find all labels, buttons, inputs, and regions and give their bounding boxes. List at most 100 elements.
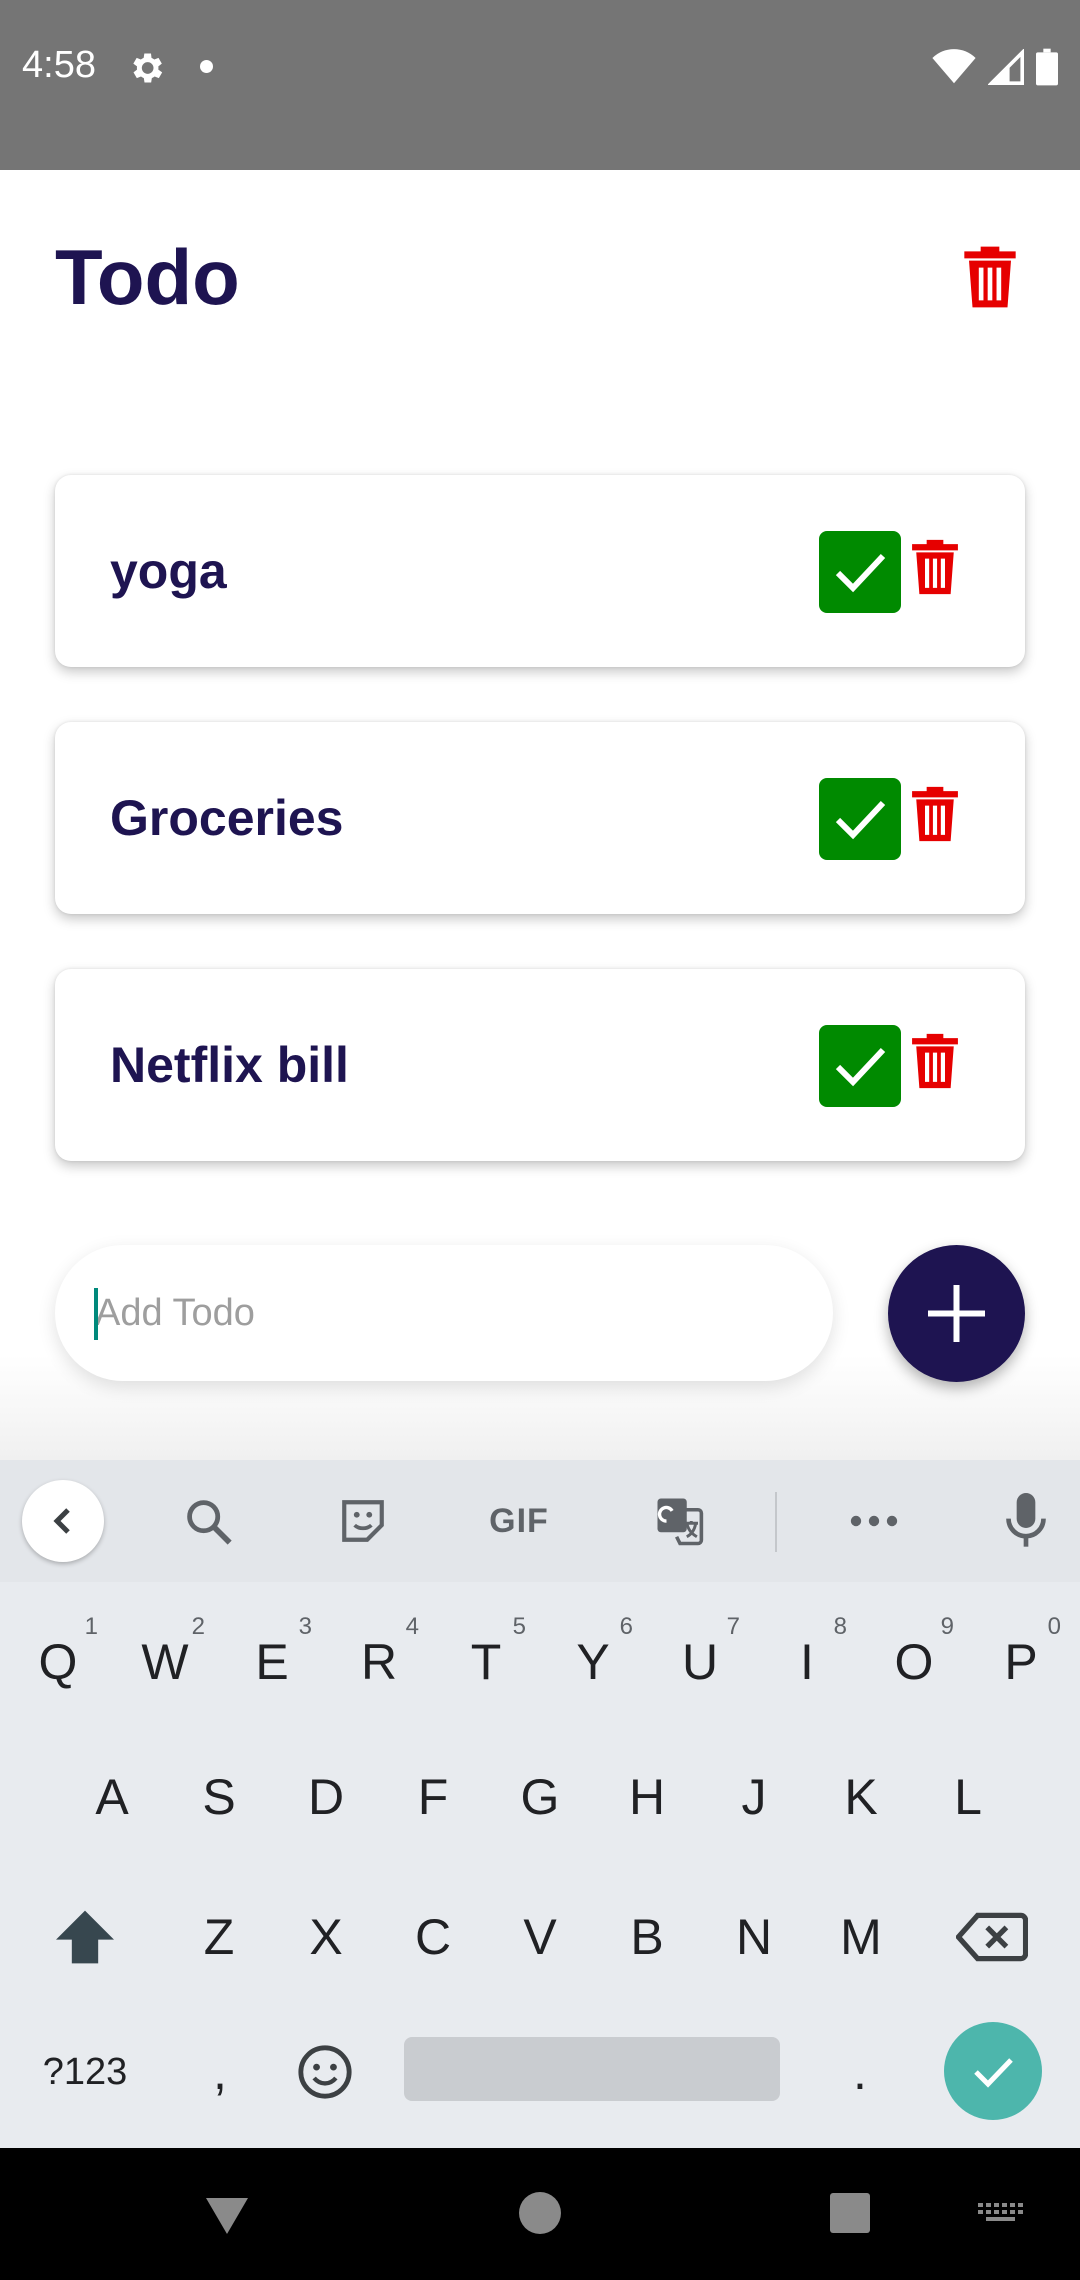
key-t[interactable]: T5 — [436, 1607, 536, 1717]
todo-text: Netflix bill — [110, 1037, 349, 1093]
text-caret — [94, 1288, 98, 1340]
emoji-key[interactable] — [275, 2017, 375, 2127]
key-q[interactable]: Q1 — [8, 1607, 108, 1717]
delete-trash-icon[interactable] — [910, 784, 960, 844]
more-icon[interactable] — [844, 1491, 904, 1551]
backspace-key[interactable] — [942, 1882, 1042, 1992]
signal-icon — [988, 49, 1024, 85]
key-u[interactable]: U7 — [650, 1607, 750, 1717]
key-y[interactable]: Y6 — [543, 1607, 643, 1717]
check-icon — [835, 800, 886, 840]
shift-icon — [56, 1910, 114, 1964]
delete-all-trash-icon[interactable] — [962, 246, 1018, 308]
complete-check-button[interactable] — [819, 778, 901, 860]
key-label: E — [255, 1634, 289, 1690]
status-bar: 4:58 — [0, 0, 1080, 170]
key-label: T — [470, 1634, 502, 1690]
key-hint: 7 — [726, 1613, 740, 1640]
add-todo-button[interactable] — [888, 1245, 1025, 1382]
plus-icon — [928, 1285, 985, 1342]
key-f[interactable]: F — [383, 1742, 483, 1852]
navigation-bar — [0, 2148, 1080, 2280]
enter-key[interactable] — [944, 2022, 1042, 2120]
key-hint: 0 — [1047, 1613, 1061, 1640]
check-icon — [835, 1047, 886, 1087]
key-label: L — [954, 1769, 982, 1825]
delete-trash-icon[interactable] — [910, 537, 960, 597]
backspace-icon — [956, 1912, 1028, 1962]
key-w[interactable]: W2 — [115, 1607, 215, 1717]
key-label: O — [894, 1634, 934, 1690]
add-todo-input[interactable] — [55, 1245, 833, 1381]
gif-label: GIF — [489, 1501, 549, 1540]
todo-app: Todo yoga Groceries Netflix bill Add Tod… — [0, 170, 1080, 1460]
keyboard-back-button[interactable] — [22, 1480, 104, 1562]
key-v[interactable]: V — [490, 1882, 590, 1992]
key-r[interactable]: R4 — [329, 1607, 429, 1717]
key-label: G — [520, 1769, 560, 1825]
keyboard-toolbar: GIF — [0, 1460, 1080, 1582]
check-icon — [835, 553, 886, 593]
key-label: F — [417, 1769, 449, 1825]
key-label: S — [202, 1769, 236, 1825]
translate-icon[interactable] — [650, 1491, 710, 1551]
page-title: Todo — [55, 233, 240, 321]
key-a[interactable]: A — [62, 1742, 162, 1852]
key-label: C — [414, 1909, 452, 1965]
keyboard-switch-icon[interactable] — [972, 2178, 1032, 2248]
key-b[interactable]: B — [597, 1882, 697, 1992]
key-g[interactable]: G — [490, 1742, 590, 1852]
key-label: N — [735, 1909, 773, 1965]
key-n[interactable]: N — [704, 1882, 804, 1992]
key-hint: 3 — [298, 1613, 312, 1640]
search-icon[interactable] — [178, 1491, 238, 1551]
key-label: Z — [203, 1909, 235, 1965]
key-label: M — [840, 1909, 882, 1965]
key-l[interactable]: L — [918, 1742, 1018, 1852]
gif-button[interactable]: GIF — [483, 1491, 555, 1551]
shift-key[interactable] — [35, 1882, 135, 1992]
period-key[interactable]: . — [810, 2017, 910, 2127]
back-nav-icon[interactable] — [192, 2178, 262, 2248]
key-label: . — [853, 2044, 867, 2100]
key-label: I — [800, 1634, 814, 1690]
wifi-icon — [932, 49, 976, 84]
key-label: V — [523, 1909, 557, 1965]
key-j[interactable]: J — [704, 1742, 804, 1852]
key-m[interactable]: M — [811, 1882, 911, 1992]
key-d[interactable]: D — [276, 1742, 376, 1852]
key-hint: 9 — [940, 1613, 954, 1640]
space-key[interactable] — [404, 2037, 780, 2101]
key-h[interactable]: H — [597, 1742, 697, 1852]
delete-trash-icon[interactable] — [910, 1031, 960, 1091]
key-label: Q — [38, 1634, 78, 1690]
complete-check-button[interactable] — [819, 531, 901, 613]
key-label: Y — [576, 1634, 610, 1690]
key-z[interactable]: Z — [169, 1882, 269, 1992]
mic-icon[interactable] — [996, 1491, 1056, 1551]
todo-list: yoga Groceries Netflix bill — [55, 475, 1025, 1216]
sticker-icon[interactable] — [333, 1491, 393, 1551]
soft-keyboard: GIF Q1 W2 E3 R4 T5 Y6 U7 I8 O9 P0 A S D … — [0, 1460, 1080, 2148]
key-i[interactable]: I8 — [757, 1607, 857, 1717]
key-p[interactable]: P0 — [971, 1607, 1071, 1717]
key-hint: 8 — [833, 1613, 847, 1640]
symbols-key[interactable]: ?123 — [20, 2017, 150, 2127]
gear-icon — [133, 53, 163, 83]
key-label: , — [213, 2044, 227, 2100]
home-nav-icon[interactable] — [505, 2178, 575, 2248]
list-item: yoga — [55, 475, 1025, 667]
key-hint: 1 — [84, 1613, 98, 1640]
key-x[interactable]: X — [276, 1882, 376, 1992]
key-label: D — [307, 1769, 345, 1825]
chevron-left-icon — [53, 1508, 70, 1534]
key-e[interactable]: E3 — [222, 1607, 322, 1717]
key-o[interactable]: O9 — [864, 1607, 964, 1717]
complete-check-button[interactable] — [819, 1025, 901, 1107]
recents-nav-icon[interactable] — [815, 2178, 885, 2248]
key-c[interactable]: C — [383, 1882, 483, 1992]
key-s[interactable]: S — [169, 1742, 269, 1852]
key-k[interactable]: K — [811, 1742, 911, 1852]
comma-key[interactable]: , — [170, 2017, 270, 2127]
battery-icon — [1036, 48, 1058, 86]
